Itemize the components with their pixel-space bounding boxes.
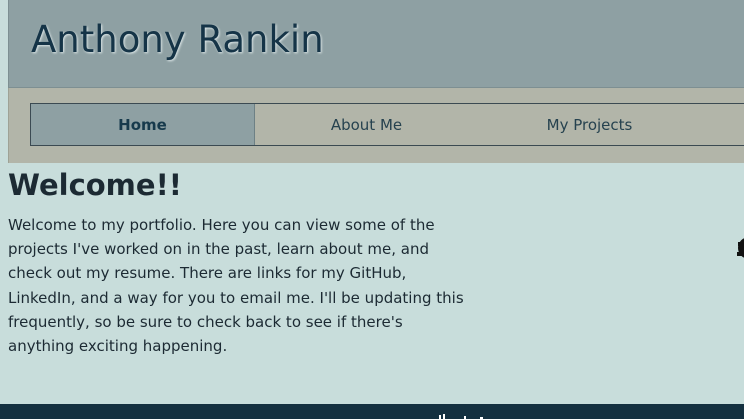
github-icon[interactable] — [734, 233, 744, 263]
nav-about-link[interactable]: About Me — [255, 104, 478, 145]
nav-projects-link[interactable]: My Projects — [478, 104, 701, 145]
site-footer — [0, 404, 744, 419]
navigation-band: Home About Me My Projects — [8, 88, 744, 163]
welcome-heading: Welcome!! — [8, 168, 183, 202]
footer-icons — [439, 414, 483, 419]
main-navigation: Home About Me My Projects — [30, 103, 744, 146]
main-content: Welcome!! Welcome to my portfolio. Here … — [8, 166, 478, 358]
site-title: Anthony Rankin — [31, 18, 324, 61]
site-header: Anthony Rankin — [8, 0, 744, 88]
welcome-paragraph: Welcome to my portfolio. Here you can vi… — [8, 216, 464, 356]
nav-home-link[interactable]: Home — [31, 104, 255, 145]
github-icon-graphic — [737, 238, 744, 258]
